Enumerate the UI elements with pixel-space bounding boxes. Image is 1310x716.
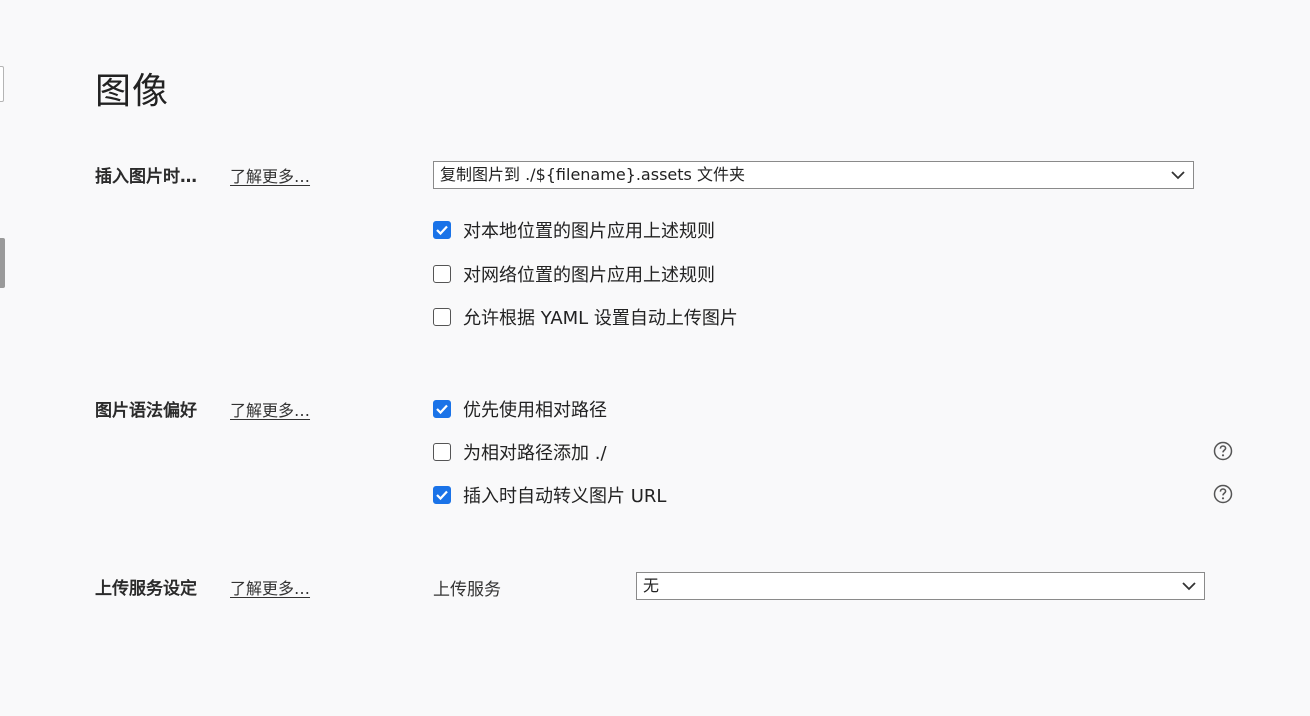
checkbox-unchecked[interactable] xyxy=(433,443,451,461)
checkmark-icon xyxy=(436,490,448,501)
option-apply-local-images[interactable]: 对本地位置的图片应用上述规则 xyxy=(433,219,715,242)
checkbox-unchecked[interactable] xyxy=(433,308,451,326)
sidebar-edge-box xyxy=(0,66,4,102)
option-add-dot-slash[interactable]: 为相对路径添加 ./ xyxy=(433,441,607,464)
upload-section-label: 上传服务设定 xyxy=(95,579,197,599)
upload-service-label: 上传服务 xyxy=(433,580,501,600)
checkbox-checked[interactable] xyxy=(433,400,451,418)
syntax-section-label: 图片语法偏好 xyxy=(95,401,197,421)
insert-image-section-label: 插入图片时… xyxy=(95,167,197,187)
insert-image-action-value: 复制图片到 ./${filename}.assets 文件夹 xyxy=(440,165,745,184)
chevron-down-icon xyxy=(1182,573,1196,599)
help-circle-icon[interactable] xyxy=(1213,484,1233,504)
checkbox-checked[interactable] xyxy=(433,486,451,504)
upload-service-value: 无 xyxy=(643,576,660,595)
insert-image-action-select[interactable]: 复制图片到 ./${filename}.assets 文件夹 xyxy=(433,161,1194,189)
option-yaml-auto-upload[interactable]: 允许根据 YAML 设置自动上传图片 xyxy=(433,306,738,329)
option-label: 为相对路径添加 ./ xyxy=(463,443,607,464)
option-label: 对网络位置的图片应用上述规则 xyxy=(463,265,715,286)
option-label: 对本地位置的图片应用上述规则 xyxy=(463,221,715,242)
insert-image-learn-more-link[interactable]: 了解更多… xyxy=(230,163,310,187)
checkbox-unchecked[interactable] xyxy=(433,265,451,283)
help-circle-icon[interactable] xyxy=(1213,441,1233,461)
option-auto-escape-url[interactable]: 插入时自动转义图片 URL xyxy=(433,484,667,507)
syntax-learn-more-link[interactable]: 了解更多… xyxy=(230,397,310,421)
option-label: 插入时自动转义图片 URL xyxy=(463,486,667,507)
checkmark-icon xyxy=(436,404,448,415)
page-title: 图像 xyxy=(95,71,170,112)
option-label: 允许根据 YAML 设置自动上传图片 xyxy=(463,308,738,329)
option-label: 优先使用相对路径 xyxy=(463,400,607,421)
checkmark-icon xyxy=(436,225,448,236)
checkbox-checked[interactable] xyxy=(433,221,451,239)
sidebar-scrollbar-thumb[interactable] xyxy=(0,238,5,288)
chevron-down-icon xyxy=(1171,162,1185,188)
upload-learn-more-link[interactable]: 了解更多… xyxy=(230,575,310,599)
upload-service-select[interactable]: 无 xyxy=(636,572,1205,600)
option-prefer-relative-path[interactable]: 优先使用相对路径 xyxy=(433,398,607,421)
option-apply-network-images[interactable]: 对网络位置的图片应用上述规则 xyxy=(433,263,715,286)
